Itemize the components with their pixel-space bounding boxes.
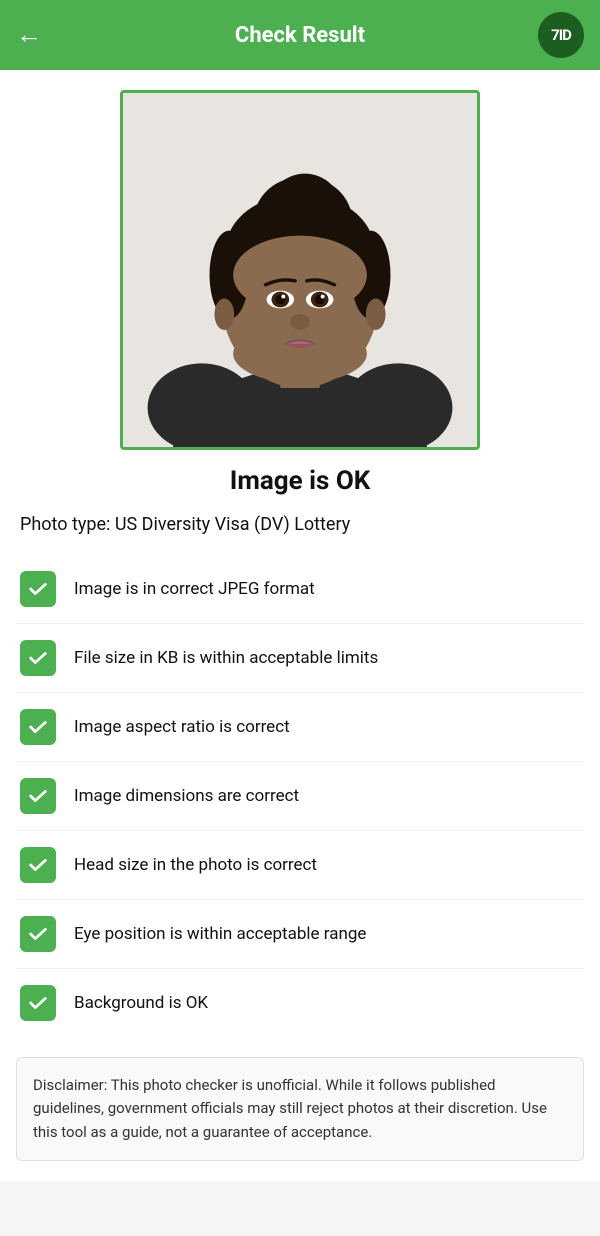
check-item-jpeg: Image is in correct JPEG format [16, 555, 584, 624]
check-label-background: Background is OK [74, 993, 208, 1013]
check-icon-dimensions [20, 778, 56, 814]
photo-container [16, 90, 584, 450]
check-label-dimensions: Image dimensions are correct [74, 786, 299, 806]
check-item-filesize: File size in KB is within acceptable lim… [16, 624, 584, 693]
result-title: Image is OK [16, 466, 584, 496]
check-item-eyepos: Eye position is within acceptable range [16, 900, 584, 969]
main-content: Image is OK Photo type: US Diversity Vis… [0, 70, 600, 1181]
check-icon-jpeg [20, 571, 56, 607]
header: ← Check Result 7ID [0, 0, 600, 70]
page-title: Check Result [235, 23, 365, 48]
passport-photo [123, 93, 477, 447]
check-icon-background [20, 985, 56, 1021]
check-label-jpeg: Image is in correct JPEG format [74, 579, 315, 599]
check-item-aspect: Image aspect ratio is correct [16, 693, 584, 762]
disclaimer: Disclaimer: This photo checker is unoffi… [16, 1057, 584, 1161]
photo-frame [120, 90, 480, 450]
check-icon-filesize [20, 640, 56, 676]
check-icon-aspect [20, 709, 56, 745]
check-label-aspect: Image aspect ratio is correct [74, 717, 290, 737]
check-item-headsize: Head size in the photo is correct [16, 831, 584, 900]
check-label-headsize: Head size in the photo is correct [74, 855, 317, 875]
check-item-background: Background is OK [16, 969, 584, 1037]
check-icon-headsize [20, 847, 56, 883]
check-icon-eyepos [20, 916, 56, 952]
check-label-eyepos: Eye position is within acceptable range [74, 924, 366, 944]
photo-type-label: Photo type: US Diversity Visa (DV) Lotte… [16, 514, 584, 535]
check-label-filesize: File size in KB is within acceptable lim… [74, 648, 378, 668]
app-logo: 7ID [538, 12, 584, 58]
check-list: Image is in correct JPEG format File siz… [16, 555, 584, 1037]
check-item-dimensions: Image dimensions are correct [16, 762, 584, 831]
back-button[interactable]: ← [16, 22, 42, 48]
